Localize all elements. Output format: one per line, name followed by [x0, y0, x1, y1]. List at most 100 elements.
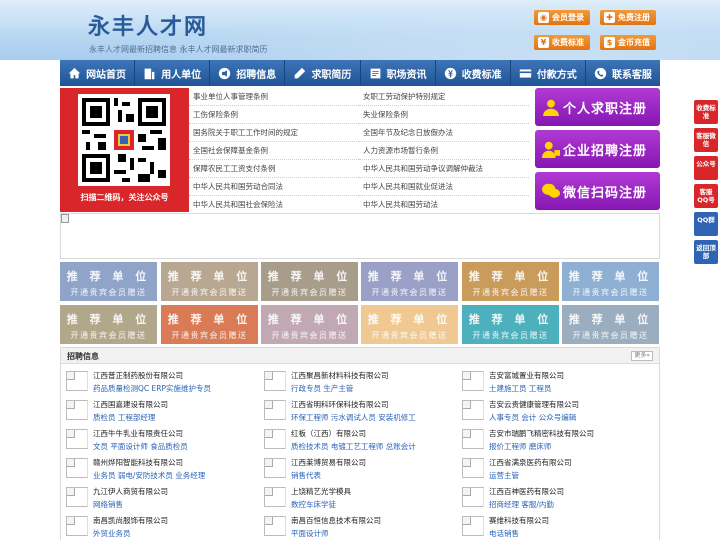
- wechat-register-button[interactable]: 微信扫码注册: [535, 172, 660, 210]
- company-logo[interactable]: [462, 487, 484, 507]
- job-positions-link[interactable]: 电话销售: [489, 528, 519, 539]
- company-name-link[interactable]: 江西百神医药有限公司: [489, 486, 564, 497]
- job-positions-link[interactable]: 平面设计师: [291, 528, 329, 539]
- job-positions-link[interactable]: 文员 平面设计师 食品质检员: [93, 441, 188, 452]
- regulation-link[interactable]: 中华人民共和国社会保险法: [189, 196, 359, 214]
- company-logo[interactable]: [66, 400, 88, 420]
- regulation-link[interactable]: 保障农民工工资支付条例: [189, 160, 359, 178]
- nav-payment[interactable]: 付款方式: [511, 60, 586, 86]
- nav-home[interactable]: 网站首页: [60, 60, 136, 86]
- company-logo[interactable]: [462, 516, 484, 536]
- login-button[interactable]: ◉ 会员登录: [534, 10, 590, 25]
- regulation-link[interactable]: 中华人民共和国劳动争议调解仲裁法: [359, 160, 529, 178]
- job-positions-link[interactable]: 报价工程师 磨床师: [489, 441, 551, 452]
- regulation-link[interactable]: 工伤保险条例: [189, 106, 359, 124]
- company-name-link[interactable]: 江西牛牛乳业有限责任公司: [93, 428, 183, 439]
- regulation-link[interactable]: 人力资源市场暂行条例: [359, 142, 529, 160]
- job-positions-link[interactable]: 环保工程师 污水调试人员 安装机修工: [291, 412, 416, 423]
- nav-contact[interactable]: 联系客服: [586, 60, 660, 86]
- job-positions-link[interactable]: 质检技术员 电镀工艺工程师 总账会计: [291, 441, 416, 452]
- recommend-tile[interactable]: 推 荐 单 位开通贵宾会员赠送: [462, 262, 559, 301]
- recommend-tile[interactable]: 推 荐 单 位开通贵宾会员赠送: [60, 305, 157, 344]
- company-name-link[interactable]: 江西省满泉医药有限公司: [489, 457, 572, 468]
- company-name-link[interactable]: 赛维科技有限公司: [489, 515, 549, 526]
- regulation-link[interactable]: 中华人民共和国劳动合同法: [189, 178, 359, 196]
- recharge-button[interactable]: $ 金币充值: [600, 35, 656, 50]
- nav-pricing[interactable]: 收费标准: [436, 60, 511, 86]
- company-name-link[interactable]: 江西普正制药股份有限公司: [93, 370, 183, 381]
- regulation-link[interactable]: 国务院关于职工工作时间的规定: [189, 124, 359, 142]
- job-positions-link[interactable]: 质检员 工程部经理: [93, 412, 155, 423]
- job-positions-link[interactable]: 行政专员 生产主管: [291, 383, 353, 394]
- company-name-link[interactable]: 江西省明科环保科技有限公司: [291, 399, 389, 410]
- recommend-tile[interactable]: 推 荐 单 位开通贵宾会员赠送: [562, 305, 659, 344]
- company-logo[interactable]: [462, 400, 484, 420]
- regulation-link[interactable]: 中华人民共和国就业促进法: [359, 178, 529, 196]
- recommend-tile[interactable]: 推 荐 单 位开通贵宾会员赠送: [562, 262, 659, 301]
- side-float-button[interactable]: 公众号: [694, 156, 718, 180]
- regulation-link[interactable]: 全国社会保障基金条例: [189, 142, 359, 160]
- company-name-link[interactable]: 红板（江西）有限公司: [291, 428, 366, 439]
- company-logo[interactable]: [462, 458, 484, 478]
- company-name-link[interactable]: 吉安富城置业有限公司: [489, 370, 564, 381]
- company-register-button[interactable]: 企业招聘注册: [535, 130, 660, 168]
- company-name-link[interactable]: 赣州烨阳智能科技有限公司: [93, 457, 183, 468]
- company-name-link[interactable]: 江西莱博贸易有限公司: [291, 457, 366, 468]
- recommend-tile[interactable]: 推 荐 单 位开通贵宾会员赠送: [361, 305, 458, 344]
- recommend-tile[interactable]: 推 荐 单 位开通贵宾会员赠送: [462, 305, 559, 344]
- recommend-tile[interactable]: 推 荐 单 位开通贵宾会员赠送: [261, 262, 358, 301]
- side-float-button[interactable]: 收费标准: [694, 100, 718, 124]
- job-positions-link[interactable]: 运营主管: [489, 470, 519, 481]
- regulation-link[interactable]: 事业单位人事管理条例: [189, 88, 359, 106]
- company-name-link[interactable]: 吉安市瑞鹏飞精密科技有限公司: [489, 428, 594, 439]
- side-float-button[interactable]: 返回顶部: [694, 240, 718, 264]
- company-name-link[interactable]: 南昌百恒信息技术有限公司: [291, 515, 381, 526]
- regulation-link[interactable]: 女职工劳动保护特别规定: [359, 88, 529, 106]
- recommend-tile[interactable]: 推 荐 单 位开通贵宾会员赠送: [161, 305, 258, 344]
- company-logo[interactable]: [264, 458, 286, 478]
- regulation-link[interactable]: 全国年节及纪念日放假办法: [359, 124, 529, 142]
- company-logo[interactable]: [462, 429, 484, 449]
- side-float-button[interactable]: QQ群: [694, 212, 718, 236]
- job-positions-link[interactable]: 销售代表: [291, 470, 321, 481]
- company-logo[interactable]: [264, 516, 286, 536]
- site-logo-title[interactable]: 永丰人才网: [88, 9, 208, 41]
- recommend-tile[interactable]: 推 荐 单 位开通贵宾会员赠送: [161, 262, 258, 301]
- company-logo[interactable]: [264, 487, 286, 507]
- company-logo[interactable]: [462, 371, 484, 391]
- company-logo[interactable]: [66, 516, 88, 536]
- register-button[interactable]: ✚ 免费注册: [600, 10, 656, 25]
- side-float-button[interactable]: 客服QQ号: [694, 184, 718, 208]
- nav-jobs[interactable]: 招聘信息: [210, 60, 286, 86]
- company-logo[interactable]: [264, 371, 286, 391]
- nav-resumes[interactable]: 求职简历: [285, 60, 361, 86]
- recommend-tile[interactable]: 推 荐 单 位开通贵宾会员赠送: [60, 262, 157, 301]
- ad-banner[interactable]: [60, 213, 660, 259]
- company-logo[interactable]: [264, 400, 286, 420]
- pricing-button[interactable]: ¥ 收费标准: [534, 35, 590, 50]
- company-logo[interactable]: [264, 429, 286, 449]
- job-positions-link[interactable]: 数控车床学徒: [291, 499, 336, 510]
- job-positions-link[interactable]: 招商经理 客服/内勤: [489, 499, 554, 510]
- company-name-link[interactable]: 九江伊人商贸有限公司: [93, 486, 168, 497]
- job-positions-link[interactable]: 业务员 弱电/安防技术员 业务经理: [93, 470, 205, 481]
- recommend-tile[interactable]: 推 荐 单 位开通贵宾会员赠送: [261, 305, 358, 344]
- job-positions-link[interactable]: 药品质量检测QC ERP实施维护专员: [93, 383, 211, 394]
- company-logo[interactable]: [66, 458, 88, 478]
- job-positions-link[interactable]: 土建施工员 工程员: [489, 383, 551, 394]
- nav-news[interactable]: 职场资讯: [361, 60, 436, 86]
- company-name-link[interactable]: 江西国嘉建设有限公司: [93, 399, 168, 410]
- company-logo[interactable]: [66, 487, 88, 507]
- personal-register-button[interactable]: 个人求职注册: [535, 88, 660, 126]
- company-name-link[interactable]: 上饶精艺光学模具: [291, 486, 351, 497]
- jobs-more-link[interactable]: 更多»: [631, 351, 653, 361]
- company-name-link[interactable]: 南昌凯尚服饰有限公司: [93, 515, 168, 526]
- company-logo[interactable]: [66, 371, 88, 391]
- regulation-link[interactable]: 失业保险条例: [359, 106, 529, 124]
- side-float-button[interactable]: 客服微信: [694, 128, 718, 152]
- recommend-tile[interactable]: 推 荐 单 位开通贵宾会员赠送: [361, 262, 458, 301]
- company-name-link[interactable]: 江西聚昌新材料科技有限公司: [291, 370, 389, 381]
- regulation-link[interactable]: 中华人民共和国劳动法: [359, 196, 529, 214]
- job-positions-link[interactable]: 外贸业务员: [93, 528, 131, 539]
- company-name-link[interactable]: 吉安云贵健康管理有限公司: [489, 399, 579, 410]
